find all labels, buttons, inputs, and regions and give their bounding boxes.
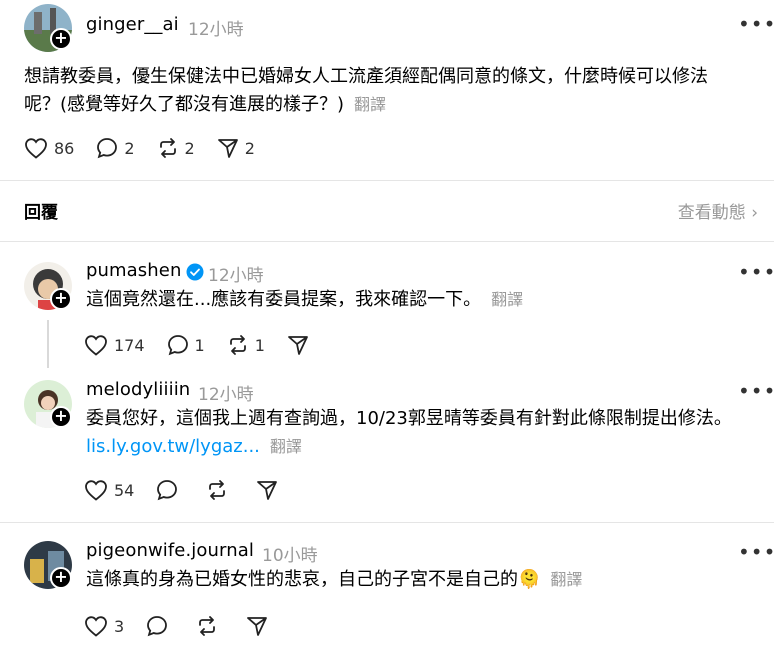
heart-icon bbox=[85, 480, 107, 501]
more-options-icon[interactable]: ••• bbox=[738, 260, 774, 284]
heart-icon bbox=[85, 616, 107, 637]
timestamp: 10小時 bbox=[262, 546, 318, 566]
translate-link[interactable]: 翻譯 bbox=[491, 290, 523, 309]
username[interactable]: pigeonwife.journal bbox=[86, 540, 254, 561]
post-text-line1: 想請教委員，優生保健法中已婚婦女人工流產須經配偶同意的條文，什麼時候可以修法 bbox=[24, 66, 708, 87]
like-button[interactable]: 174 bbox=[84, 334, 145, 356]
post-text: 想請教委員，優生保健法中已婚婦女人工流產須經配偶同意的條文，什麼時候可以修法 呢… bbox=[24, 63, 754, 119]
timestamp: 12小時 bbox=[188, 20, 244, 40]
send-icon bbox=[257, 481, 278, 500]
timestamp: 12小時 bbox=[198, 385, 254, 405]
follow-plus-icon[interactable]: + bbox=[50, 288, 72, 310]
reply-text: 這條真的身為已婚女性的悲哀，自己的子宮不是自己的🫠 翻譯 bbox=[86, 566, 766, 594]
repost-icon bbox=[159, 138, 176, 158]
share-button[interactable]: 2 bbox=[217, 137, 255, 159]
repost-icon bbox=[199, 616, 216, 636]
repost-button[interactable] bbox=[196, 615, 224, 637]
verified-badge-icon bbox=[186, 263, 204, 281]
repost-button[interactable]: 1 bbox=[227, 334, 265, 356]
replies-title: 回覆 bbox=[24, 203, 58, 223]
divider bbox=[0, 180, 774, 181]
translate-link[interactable]: 翻譯 bbox=[550, 570, 582, 589]
comment-icon bbox=[97, 138, 118, 159]
view-activity-link[interactable]: 查看動態 › bbox=[678, 198, 758, 223]
reply-actions: 54 bbox=[84, 476, 306, 504]
reply-body: 委員您好，這個我上週有查詢過，10/23郭昱晴等委員有針對此條限制提出修法。 bbox=[86, 408, 732, 429]
repost-count: 1 bbox=[254, 335, 265, 355]
repost-button[interactable]: 2 bbox=[157, 137, 195, 159]
follow-plus-icon[interactable]: + bbox=[50, 28, 72, 50]
like-count: 54 bbox=[114, 480, 135, 500]
timestamp: 12小時 bbox=[208, 266, 264, 286]
more-options-icon[interactable]: ••• bbox=[738, 379, 774, 403]
repost-icon bbox=[229, 335, 246, 355]
repost-button[interactable] bbox=[206, 479, 234, 501]
comment-button[interactable] bbox=[156, 479, 184, 501]
translate-link[interactable]: 翻譯 bbox=[270, 437, 302, 456]
send-icon bbox=[247, 617, 268, 636]
send-icon bbox=[288, 336, 308, 355]
thread-line bbox=[47, 320, 49, 368]
comment-icon bbox=[167, 335, 188, 356]
like-count: 174 bbox=[114, 335, 145, 355]
post-text-line2: 呢？(感覺等好久了都沒有進展的樣子？) bbox=[24, 94, 345, 115]
reply-text: 委員您好，這個我上週有查詢過，10/23郭昱晴等委員有針對此條限制提出修法。 l… bbox=[86, 405, 766, 461]
translate-link[interactable]: 翻譯 bbox=[354, 95, 386, 114]
post-actions: 86 2 2 2 bbox=[24, 134, 277, 162]
comment-button[interactable]: 1 bbox=[167, 334, 205, 356]
share-count: 2 bbox=[244, 138, 255, 158]
username[interactable]: melodyliiiin bbox=[86, 379, 190, 400]
comment-button[interactable] bbox=[146, 615, 174, 637]
like-button[interactable]: 86 bbox=[24, 137, 74, 159]
follow-plus-icon[interactable]: + bbox=[50, 567, 72, 589]
like-count: 3 bbox=[114, 616, 125, 636]
follow-plus-icon[interactable]: + bbox=[50, 406, 72, 428]
comment-icon bbox=[147, 616, 168, 637]
reply-text: 這個竟然還在...應該有委員提案，我來確認一下。 翻譯 bbox=[86, 286, 756, 314]
comment-icon bbox=[157, 480, 178, 501]
reply-actions: 3 bbox=[84, 612, 296, 640]
username[interactable]: ginger__ai bbox=[86, 14, 179, 35]
comment-count: 1 bbox=[194, 335, 205, 355]
divider bbox=[0, 522, 774, 523]
share-button[interactable] bbox=[246, 615, 274, 637]
send-icon bbox=[217, 139, 238, 158]
more-options-icon[interactable]: ••• bbox=[738, 540, 774, 564]
share-button[interactable] bbox=[256, 479, 284, 501]
like-button[interactable]: 54 bbox=[84, 479, 134, 501]
like-button[interactable]: 3 bbox=[84, 615, 124, 637]
comment-count: 2 bbox=[124, 138, 135, 158]
reply-actions: 174 1 1 bbox=[84, 331, 337, 359]
share-button[interactable] bbox=[287, 334, 315, 356]
comment-button[interactable]: 2 bbox=[96, 137, 135, 159]
heart-icon bbox=[25, 138, 47, 159]
divider bbox=[0, 241, 774, 242]
repost-icon bbox=[209, 480, 226, 500]
like-count: 86 bbox=[54, 138, 75, 158]
reply-body: 這個竟然還在...應該有委員提案，我來確認一下。 bbox=[86, 289, 482, 310]
external-link[interactable]: lis.ly.gov.tw/lygaz... bbox=[86, 436, 260, 457]
repost-count: 2 bbox=[184, 138, 195, 158]
more-options-icon[interactable]: ••• bbox=[738, 12, 774, 36]
heart-icon bbox=[85, 335, 107, 356]
username[interactable]: pumashen bbox=[86, 260, 181, 281]
reply-body: 這條真的身為已婚女性的悲哀，自己的子宮不是自己的🫠 bbox=[86, 569, 541, 590]
